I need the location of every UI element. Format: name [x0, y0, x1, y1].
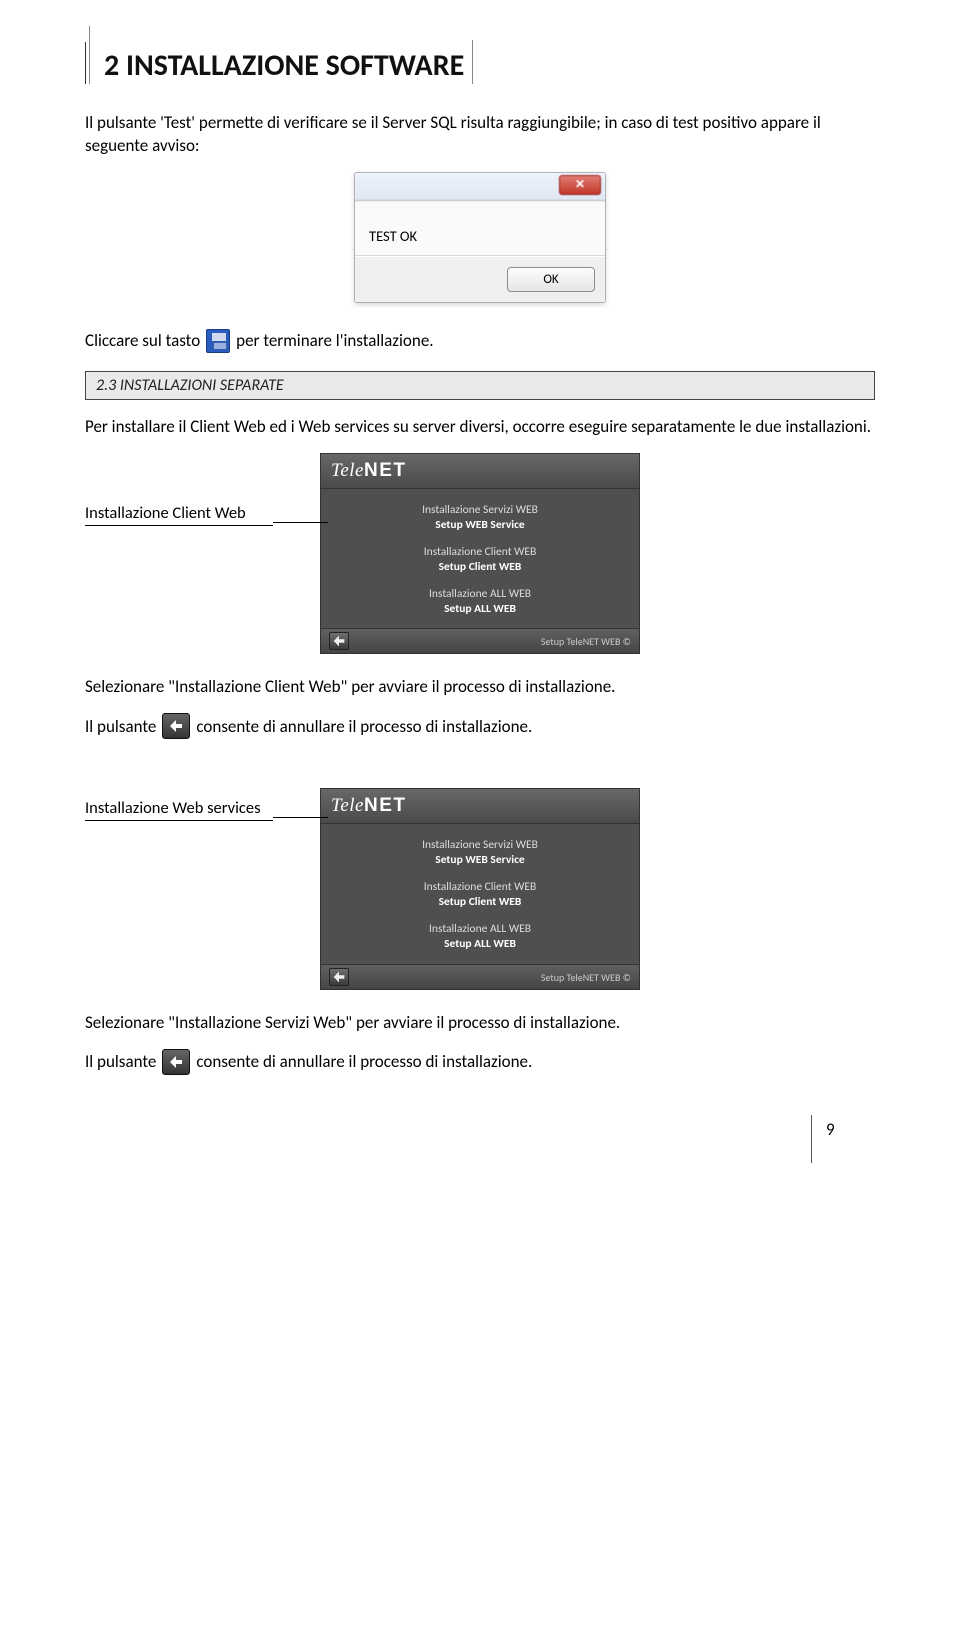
installer-item-all[interactable]: Installazione ALL WEB Setup ALL WEB: [321, 916, 639, 958]
item-line2: Setup WEB Service: [321, 853, 639, 868]
item-line1: Installazione ALL WEB: [321, 587, 639, 602]
installer-item-all[interactable]: Installazione ALL WEB Setup ALL WEB: [321, 581, 639, 623]
section-title: 2 INSTALLAZIONE SOFTWARE: [104, 47, 464, 84]
installer-window-1: TeleNET Installazione Servizi WEB Setup …: [320, 453, 640, 655]
back-icon: [162, 713, 190, 739]
close-icon[interactable]: ✕: [559, 175, 601, 195]
item-line2: Setup ALL WEB: [321, 602, 639, 617]
installer-body: Installazione Servizi WEB Setup WEB Serv…: [321, 489, 639, 629]
paragraph-select-services: Selezionare "Installazione Servizi Web" …: [85, 1012, 875, 1035]
item-line1: Installazione Servizi WEB: [321, 838, 639, 853]
callout-label: Installazione Client Web: [85, 503, 273, 526]
windows-dialog: ✕ TEST OK OK: [354, 172, 606, 303]
item-line1: Installazione Client WEB: [321, 545, 639, 560]
callout-line: [273, 817, 328, 818]
text-pre: Cliccare sul tasto: [85, 330, 200, 351]
instruction-save: Cliccare sul tasto per terminare l'insta…: [85, 329, 875, 353]
item-line2: Setup WEB Service: [321, 518, 639, 533]
page-number: 9: [826, 1115, 875, 1140]
text-post: consente di annullare il processo di ins…: [196, 1051, 532, 1072]
ornament-tick: [85, 42, 90, 84]
back-icon[interactable]: [329, 632, 349, 650]
text-pre: Il pulsante: [85, 716, 156, 737]
installer-item-services[interactable]: Installazione Servizi WEB Setup WEB Serv…: [321, 832, 639, 874]
instruction-cancel-1: Il pulsante consente di annullare il pro…: [85, 713, 875, 739]
callout-client-web: Installazione Client Web TeleNET Install…: [85, 453, 875, 655]
paragraph-select-client: Selezionare "Installazione Client Web" p…: [85, 676, 875, 699]
installer-footer: Setup TeleNET WEB ©: [321, 628, 639, 653]
paragraph-separate: Per installare il Client Web ed i Web se…: [85, 416, 875, 439]
ornament-bar: [472, 40, 473, 84]
callout-line: [273, 522, 328, 523]
item-line2: Setup Client WEB: [321, 560, 639, 575]
installer-body: Installazione Servizi WEB Setup WEB Serv…: [321, 824, 639, 964]
item-line1: Installazione Servizi WEB: [321, 503, 639, 518]
installer-brand: TeleNET: [321, 789, 639, 824]
callout-label: Installazione Web services: [85, 798, 273, 821]
installer-item-client[interactable]: Installazione Client WEB Setup Client WE…: [321, 539, 639, 581]
save-icon: [206, 329, 230, 353]
section-header: 2 INSTALLAZIONE SOFTWARE: [85, 40, 875, 84]
text-post: consente di annullare il processo di ins…: [196, 716, 532, 737]
dialog-titlebar: ✕: [355, 173, 605, 201]
instruction-cancel-2: Il pulsante consente di annullare il pro…: [85, 1049, 875, 1075]
sub-heading: 2.3 INSTALLAZIONI SEPARATE: [85, 371, 875, 400]
dialog-message: TEST OK: [355, 201, 605, 256]
item-line2: Setup ALL WEB: [321, 937, 639, 952]
installer-brand: TeleNET: [321, 454, 639, 489]
installer-footer-label: Setup TeleNET WEB ©: [541, 971, 631, 984]
callout-web-services: Installazione Web services TeleNET Insta…: [85, 788, 875, 990]
paragraph-intro: Il pulsante 'Test' permette di verificar…: [85, 112, 875, 158]
installer-footer: Setup TeleNET WEB ©: [321, 964, 639, 989]
item-line1: Installazione ALL WEB: [321, 922, 639, 937]
dialog-footer: OK: [355, 256, 605, 302]
text-post: per terminare l'installazione.: [236, 330, 433, 351]
item-line2: Setup Client WEB: [321, 895, 639, 910]
installer-window-2: TeleNET Installazione Servizi WEB Setup …: [320, 788, 640, 990]
installer-item-services[interactable]: Installazione Servizi WEB Setup WEB Serv…: [321, 497, 639, 539]
ok-button[interactable]: OK: [507, 267, 595, 292]
back-icon[interactable]: [329, 968, 349, 986]
installer-footer-label: Setup TeleNET WEB ©: [541, 635, 631, 648]
text-pre: Il pulsante: [85, 1051, 156, 1072]
back-icon: [162, 1049, 190, 1075]
item-line1: Installazione Client WEB: [321, 880, 639, 895]
installer-item-client[interactable]: Installazione Client WEB Setup Client WE…: [321, 874, 639, 916]
